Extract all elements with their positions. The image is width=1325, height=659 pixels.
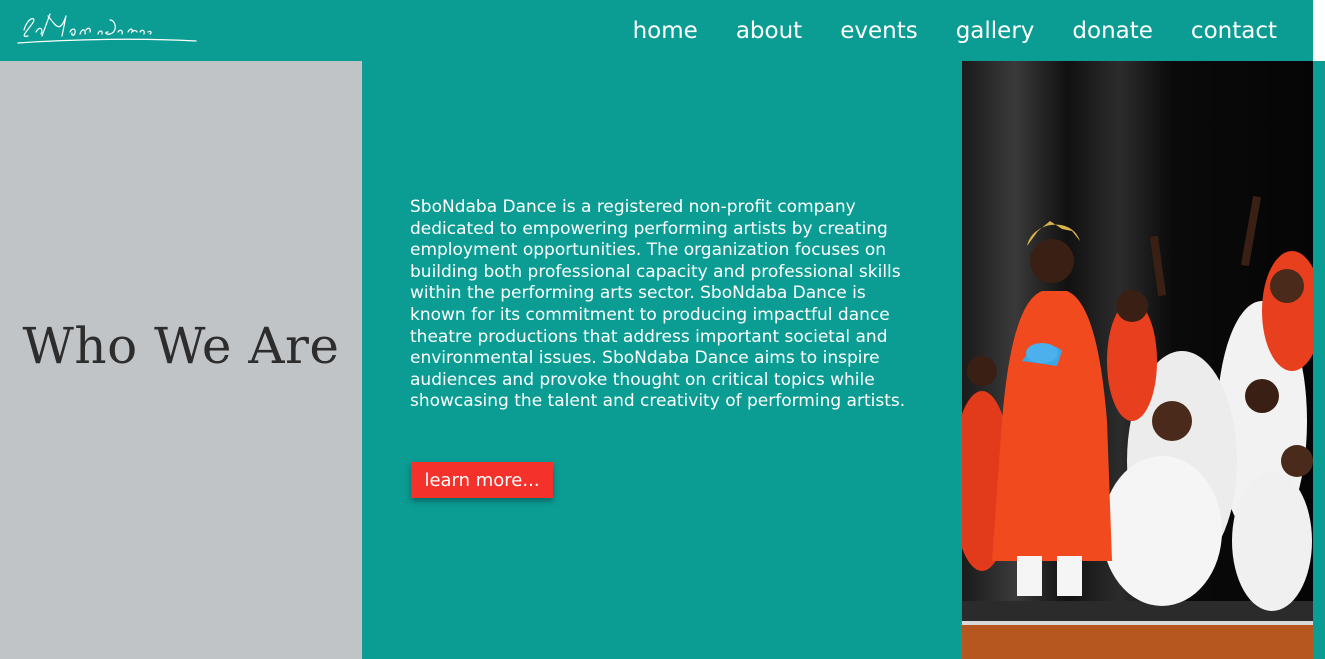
nav-home-link[interactable]: home: [633, 18, 698, 44]
nav-events-link[interactable]: events: [840, 18, 918, 44]
about-text-panel: SboNdaba Dance is a registered non-profi…: [362, 61, 962, 659]
learn-more-button[interactable]: learn more...: [411, 462, 553, 498]
nav-gallery-link[interactable]: gallery: [956, 18, 1035, 44]
site-logo[interactable]: [14, 6, 204, 50]
nav-contact-link[interactable]: contact: [1191, 18, 1277, 44]
dance-performance-photo: [962, 61, 1313, 659]
edge-strip: [1313, 0, 1325, 61]
top-navbar: home about events gallery donate contact: [0, 0, 1313, 61]
right-edge-strip: [1313, 61, 1325, 659]
main-nav: home about events gallery donate contact: [595, 0, 1277, 61]
logo-signature-icon: [17, 13, 197, 44]
section-heading: Who We Are: [22, 317, 340, 375]
who-we-are-panel: Who We Are: [0, 61, 362, 659]
nav-donate-link[interactable]: donate: [1072, 18, 1153, 44]
performers-image: [962, 61, 1313, 659]
nav-about-link[interactable]: about: [736, 18, 802, 44]
about-paragraph: SboNdaba Dance is a registered non-profi…: [410, 197, 906, 412]
